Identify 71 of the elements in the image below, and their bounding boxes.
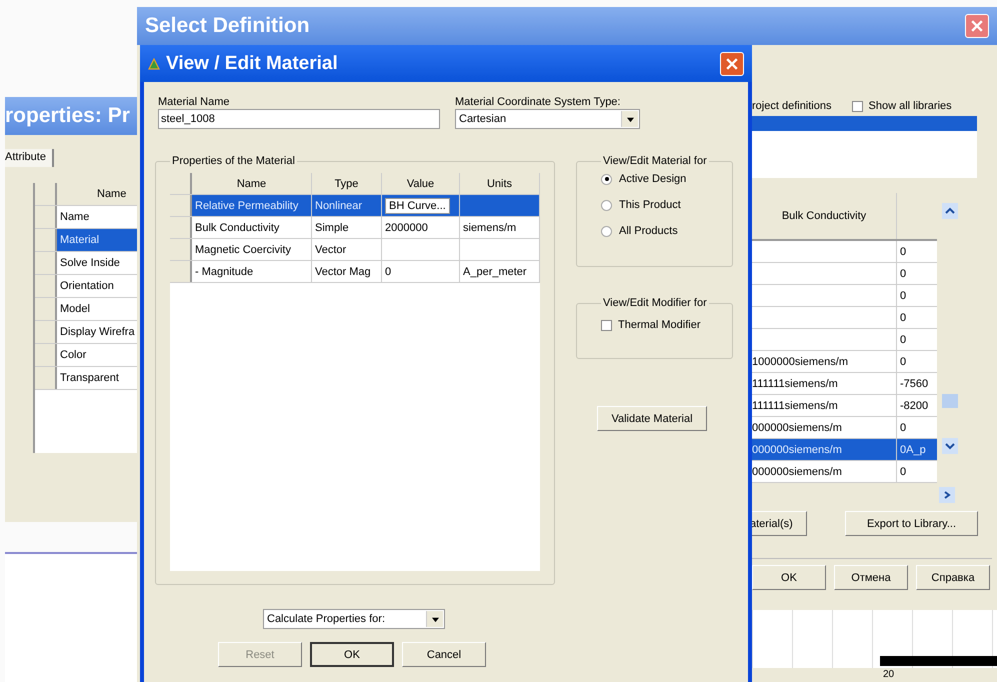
column-header: Value [382, 173, 460, 194]
table-cell[interactable]: Bulk Conductivity [192, 217, 312, 238]
chevron-right-icon [942, 490, 952, 500]
row-header [170, 239, 192, 260]
row-header [170, 261, 192, 282]
group-title: View/Edit Modifier for [602, 297, 708, 309]
window-title: Select Definition [145, 14, 310, 38]
table-cell: A_per_meter [460, 261, 540, 282]
show-all-libraries-checkbox[interactable]: Show all libraries [852, 100, 952, 112]
table-cell-text: 0 [899, 266, 908, 282]
coordinate-system-dropdown[interactable]: Cartesian [455, 109, 640, 129]
column-header: Type [312, 173, 382, 194]
table-cell: Vector Mag [312, 261, 382, 282]
table-cell: siemens/m [460, 217, 540, 238]
row-header [170, 217, 192, 238]
scroll-right-button[interactable] [939, 487, 955, 503]
axis-label: 20 [883, 669, 894, 680]
thermal-modifier-checkbox[interactable]: Thermal Modifier [601, 319, 732, 331]
scroll-up-icon[interactable] [942, 203, 958, 219]
dialog-button[interactable]: Cancel [402, 642, 486, 667]
caret-icon [626, 116, 634, 122]
table-cell: 2000000 [382, 217, 460, 238]
table-cell: Vector [312, 239, 382, 260]
table-cell[interactable]: Magnetic Coercivity [192, 239, 312, 260]
radio-option[interactable]: All Products [601, 225, 718, 237]
calculate-dropdown[interactable]: Calculate Properties for: [263, 609, 445, 629]
export-button[interactable]: Export to Library... [845, 511, 978, 536]
dialog-button[interactable]: Справка [916, 565, 990, 590]
table-cell-text: 0 [899, 464, 908, 480]
validate-button[interactable]: Validate Material [597, 406, 707, 431]
table-cell-text: 0 [899, 310, 908, 326]
table-cell: Nonlinear [312, 195, 382, 216]
scroll-thumb[interactable] [942, 394, 958, 408]
table-cell-text: 0A_p [899, 442, 927, 458]
radio-option[interactable]: Active Design [601, 173, 718, 185]
table-cell-text: 0 [899, 354, 908, 370]
close-icon [726, 58, 738, 70]
filter-label: roject definitions [752, 100, 832, 112]
table-cell-text: -7560 [899, 376, 930, 392]
table-cell: Simple [312, 217, 382, 238]
column-header: Units [460, 173, 540, 194]
row-header [170, 195, 192, 216]
tab[interactable]: Attribute [5, 149, 54, 167]
close-button[interactable] [720, 52, 744, 76]
table-cell-text: 0 [899, 420, 908, 436]
caret-icon [432, 616, 438, 622]
material-button[interactable]: aterial(s) [749, 511, 807, 536]
table-cell[interactable]: - Magnitude [192, 261, 312, 282]
table-cell: 0 [382, 261, 460, 282]
dialog-button[interactable]: OK [752, 565, 826, 590]
table-cell-text: 0 [899, 244, 908, 260]
material-name-field[interactable]: steel_1008 [158, 109, 440, 129]
field-label: Material Name [158, 96, 231, 108]
column-header: Name [192, 173, 312, 194]
table-cell[interactable]: Relative Permeability [192, 195, 312, 216]
dialog-button[interactable]: OK [310, 642, 394, 667]
table-cell-text: 0 [899, 332, 908, 348]
group-title: Properties of the Material [171, 155, 296, 167]
window-title: View / Edit Material [166, 52, 338, 74]
close-icon [971, 20, 983, 32]
value-button[interactable]: BH Curve... [385, 198, 450, 214]
scroll-down-icon[interactable] [942, 438, 958, 454]
table-cell-text: -8200 [899, 398, 930, 414]
radio-option[interactable]: This Product [601, 199, 718, 211]
dialog-button[interactable]: Отмена [834, 565, 908, 590]
group-title: View/Edit Material for [602, 155, 708, 167]
table-cell-text: 0 [899, 288, 908, 304]
window-title: roperties: Pr [5, 104, 130, 128]
field-label: Material Coordinate System Type: [455, 96, 622, 108]
close-button[interactable] [965, 14, 989, 38]
triangle-icon [148, 58, 160, 70]
